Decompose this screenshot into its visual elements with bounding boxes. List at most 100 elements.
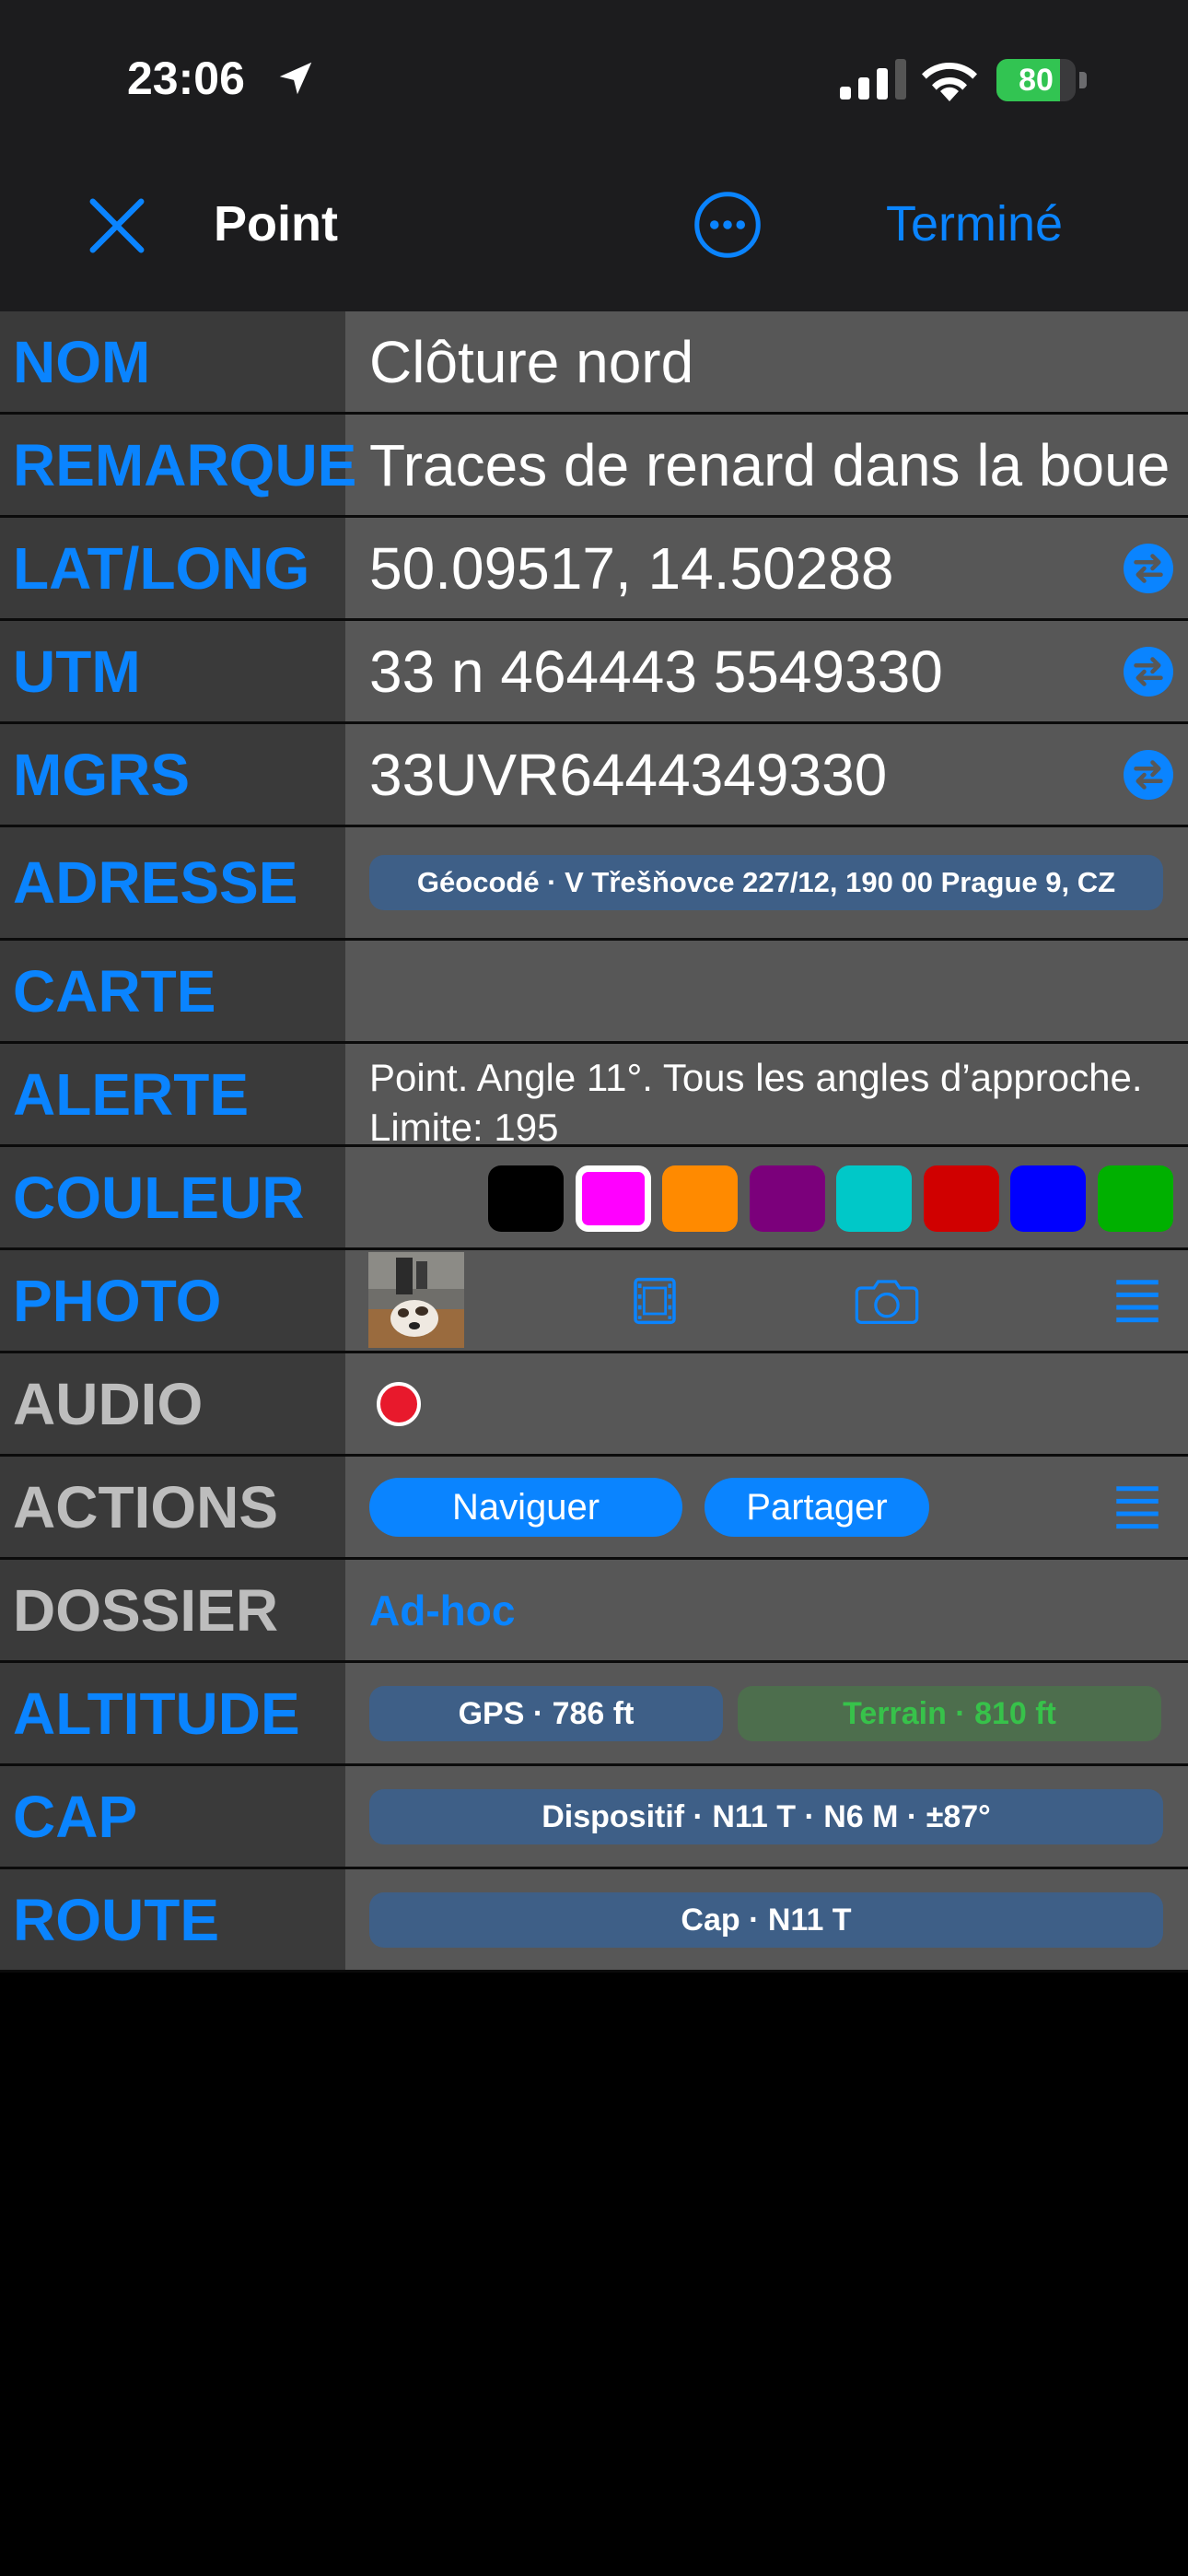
latlong-field[interactable]: 50.09517, 14.50288 [345,518,1188,618]
row-label-utm: UTM [13,638,141,705]
mgrs-field[interactable]: 33UVR6444349330 [345,724,1188,825]
cellular-signal-icon [840,59,906,100]
map-field[interactable] [345,941,1188,1041]
gps-altitude-badge[interactable]: GPS · 786 ft [369,1685,723,1741]
row-label-couleur: COULEUR [13,1164,305,1231]
status-time: 23:06 [127,53,245,104]
row-route: ROUTE Cap · N11 T [0,1869,1188,1973]
label-cell: ALTITUDE [0,1663,345,1763]
color-swatch[interactable] [923,1165,999,1232]
row-audio: AUDIO [0,1353,1188,1457]
heading-cell: Dispositif · N11 T · N6 M · ±87° [345,1766,1188,1867]
color-swatch[interactable] [749,1165,825,1232]
photo-thumbnail[interactable] [368,1252,464,1348]
list-icon[interactable] [1116,1484,1159,1530]
color-swatch[interactable] [836,1165,912,1232]
row-cap: CAP Dispositif · N11 T · N6 M · ±87° [0,1766,1188,1869]
row-remarque: REMARQUE Traces de renard dans la boue [0,415,1188,518]
terrain-altitude-badge[interactable]: Terrain · 810 ft [738,1685,1161,1741]
label-cell: ADRESSE [0,827,345,938]
row-label-actions: ACTIONS [13,1473,278,1540]
row-photo: PHOTO [0,1250,1188,1353]
battery-body: 80 [996,59,1076,101]
row-label-route: ROUTE [13,1886,219,1953]
film-icon[interactable] [629,1275,681,1327]
camera-icon[interactable] [854,1275,920,1327]
color-swatch[interactable] [1097,1165,1173,1232]
utm-value: 33 n 464443 5549330 [369,638,943,705]
address-badge[interactable]: Géocodé · V Třešňovce 227/12, 190 00 Pra… [369,855,1163,910]
record-button[interactable] [377,1381,421,1426]
folder-link[interactable]: Ad-hoc [369,1586,515,1635]
row-mgrs: MGRS 33UVR6444349330 [0,724,1188,827]
heading-badge[interactable]: Dispositif · N11 T · N6 M · ±87° [369,1788,1163,1844]
battery-tip [1079,72,1087,88]
row-altitude: ALTITUDE GPS · 786 ft Terrain · 810 ft [0,1663,1188,1766]
color-swatch[interactable] [575,1165,651,1232]
photo-thumbnail-image [368,1252,464,1348]
row-label-remarque: REMARQUE [13,431,357,498]
row-label-alerte: ALERTE [13,1060,249,1128]
color-swatch[interactable] [1010,1165,1086,1232]
row-actions: ACTIONS Naviguer Partager [0,1457,1188,1560]
row-utm: UTM 33 n 464443 5549330 [0,621,1188,724]
address-cell: Géocodé · V Třešňovce 227/12, 190 00 Pra… [345,827,1188,938]
audio-cell [345,1353,1188,1454]
remark-field[interactable]: Traces de renard dans la boue [345,415,1188,515]
row-label-nom: NOM [13,328,151,395]
label-cell: ACTIONS [0,1457,345,1557]
row-label-cap: CAP [13,1783,138,1850]
row-label-dossier: DOSSIER [13,1576,279,1644]
label-cell: CAP [0,1766,345,1867]
convert-icon[interactable] [1124,749,1173,800]
row-latlong: LAT/LONG 50.09517, 14.50288 [0,518,1188,621]
alert-value: Point. Angle 11°. Tous les angles d’appr… [369,1056,1143,1149]
label-cell: COULEUR [0,1147,345,1247]
navigate-button[interactable]: Naviguer [369,1477,682,1537]
route-badge[interactable]: Cap · N11 T [369,1891,1163,1948]
row-adresse: ADRESSE Géocodé · V Třešňovce 227/12, 19… [0,827,1188,941]
label-cell: REMARQUE [0,415,356,515]
convert-icon[interactable] [1124,646,1173,697]
color-swatch[interactable] [662,1165,738,1232]
photo-cell [345,1250,1188,1351]
label-cell: PHOTO [0,1250,345,1351]
wifi-icon [922,62,977,101]
row-label-latlong: LAT/LONG [13,534,310,602]
done-button[interactable]: Terminé [886,192,1063,256]
list-icon[interactable] [1116,1278,1159,1324]
color-picker [345,1147,1188,1247]
altitude-cell: GPS · 786 ft Terrain · 810 ft [345,1663,1188,1763]
row-label-photo: PHOTO [13,1267,222,1334]
label-cell: DOSSIER [0,1560,345,1660]
label-cell: ROUTE [0,1869,345,1970]
battery-percent: 80 [1019,63,1054,98]
more-icon[interactable] [693,190,763,260]
page-title: Point [214,196,338,252]
row-nom: NOM Clôture nord [0,311,1188,415]
row-carte: CARTE [0,941,1188,1044]
name-field[interactable]: Clôture nord [345,311,1188,412]
row-label-altitude: ALTITUDE [13,1680,300,1747]
alert-field[interactable]: Point. Angle 11°. Tous les angles d’appr… [345,1044,1188,1149]
battery-icon: 80 [996,59,1087,101]
actions-cell: Naviguer Partager [345,1457,1188,1557]
remark-value: Traces de renard dans la boue [369,431,1171,498]
label-cell: NOM [0,311,345,412]
convert-icon[interactable] [1124,543,1173,593]
row-label-mgrs: MGRS [13,741,190,808]
row-label-audio: AUDIO [13,1370,204,1437]
label-cell: UTM [0,621,345,721]
label-cell: AUDIO [0,1353,345,1454]
row-label-adresse: ADRESSE [13,849,298,916]
color-swatch[interactable] [488,1165,564,1232]
close-icon[interactable] [85,193,149,258]
folder-cell: Ad-hoc [345,1560,1188,1660]
route-cell: Cap · N11 T [345,1869,1188,1970]
point-detail-table: NOM Clôture nord REMARQUE Traces de rena… [0,311,1188,1973]
name-value: Clôture nord [369,328,694,395]
location-arrow-icon [279,62,312,95]
utm-field[interactable]: 33 n 464443 5549330 [345,621,1188,721]
share-button[interactable]: Partager [705,1477,929,1537]
row-label-carte: CARTE [13,957,216,1025]
